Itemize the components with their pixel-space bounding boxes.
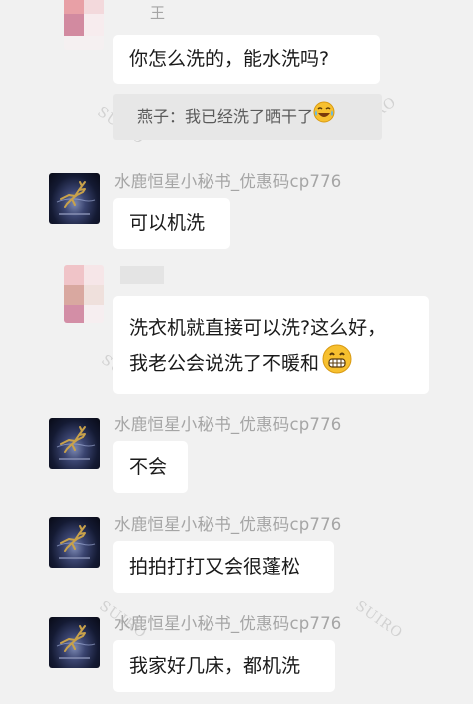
message-text: 不会 — [129, 456, 168, 478]
sender-name: 水鹿恒星小秘书_优惠码cp776 — [114, 415, 342, 434]
sender-name: 水鹿恒星小秘书_优惠码cp776 — [114, 515, 342, 534]
message-text: 可以机洗 — [129, 212, 206, 234]
sender-name: 水鹿恒星小秘书_优惠码cp776 — [114, 614, 342, 633]
avatar[interactable] — [49, 517, 100, 568]
deer-logo-icon — [56, 181, 96, 215]
message-bubble[interactable]: 你怎么洗的，能水洗吗? — [113, 35, 380, 84]
avatar[interactable] — [49, 617, 100, 668]
message-text-line: 洗衣机就直接可以洗?这么好， — [129, 317, 387, 339]
quoted-message[interactable]: 燕子：我已经洗了晒干了 — [113, 94, 382, 140]
message-text: 我家好几床，都机洗 — [129, 655, 301, 677]
deer-logo-icon — [56, 426, 96, 460]
message-text: 你怎么洗的，能水洗吗? — [129, 48, 330, 70]
deer-logo-icon — [56, 525, 96, 559]
message-bubble[interactable]: 我家好几床，都机洗 — [113, 640, 335, 692]
message-bubble[interactable]: 可以机洗 — [113, 198, 230, 249]
avatar[interactable] — [64, 0, 104, 50]
message-bubble[interactable]: 拍拍打打又会很蓬松 — [113, 541, 334, 593]
sender-name: 王 — [150, 4, 166, 22]
message-bubble[interactable]: 洗衣机就直接可以洗?这么好， 我老公会说洗了不暖和 — [113, 296, 429, 394]
message-text-line: 我老公会说洗了不暖和 — [129, 344, 413, 384]
message-bubble[interactable]: 不会 — [113, 441, 188, 493]
quote-text: 燕子：我已经洗了晒干了 — [137, 107, 314, 126]
message-text: 拍拍打打又会很蓬松 — [129, 556, 301, 578]
deer-logo-icon — [56, 625, 96, 659]
watermark: SUIRO — [352, 597, 406, 643]
sender-name: 水鹿恒星小秘书_优惠码cp776 — [114, 172, 342, 191]
avatar[interactable] — [64, 265, 104, 323]
avatar[interactable] — [49, 418, 100, 469]
sender-name — [120, 266, 164, 284]
avatar[interactable] — [49, 173, 100, 224]
grinning-emoji-icon — [319, 344, 352, 384]
laughing-tears-emoji-icon — [313, 95, 335, 141]
